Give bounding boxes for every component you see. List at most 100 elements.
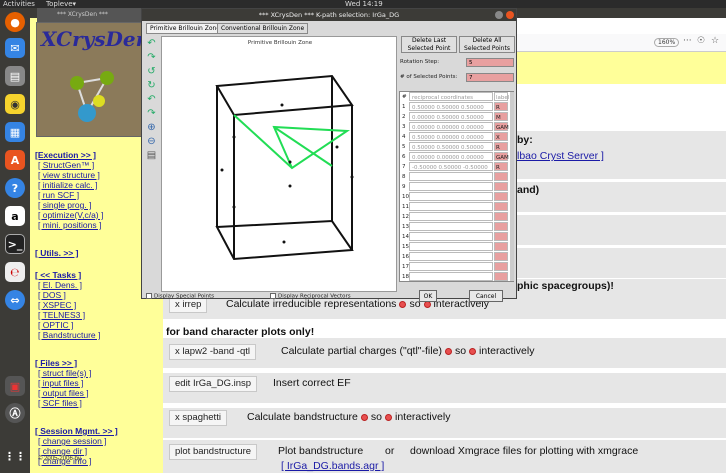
nav-files-item[interactable]: [ struct file(s) ] <box>38 368 91 378</box>
row-label[interactable] <box>494 272 508 281</box>
row-label[interactable] <box>494 182 508 191</box>
rotate-left-icon[interactable]: ↶ <box>146 38 157 49</box>
row-coordinates[interactable] <box>409 202 493 211</box>
row-coordinates[interactable]: 0.50000 0.50000 0.50000 <box>409 142 493 151</box>
row-coordinates[interactable]: 0.50000 0.00000 0.00000 <box>409 132 493 141</box>
nav-files-header[interactable]: [ Files >> ] <box>35 358 77 368</box>
nav-execution-header[interactable]: [Execution >> ] <box>35 150 96 160</box>
nav-tasks-item[interactable]: [ DOS ] <box>38 290 66 300</box>
rotate-right-icon[interactable]: ↷ <box>146 52 157 63</box>
nav-execution-item[interactable]: [ initialize calc. ] <box>38 180 98 190</box>
row-label[interactable]: R <box>494 102 508 111</box>
row-coordinates[interactable]: 0.00000 0.50000 0.50000 <box>409 112 493 121</box>
nav-files-item[interactable]: [ output files ] <box>38 388 89 398</box>
row-coordinates[interactable] <box>409 272 493 281</box>
zoom-indicator[interactable]: 160% <box>654 38 680 47</box>
tab-primitive-bz[interactable]: Primitive Brillouin Zone <box>146 23 225 34</box>
reciprocal-vectors-check-box[interactable] <box>270 293 276 299</box>
row-coordinates[interactable]: 0.00000 0.00000 0.00000 <box>409 122 493 131</box>
show-apps-icon[interactable]: ⋮⋮ <box>4 446 26 466</box>
nav-tasks-header[interactable]: [ << Tasks ] <box>35 270 81 280</box>
ok-button[interactable]: OK <box>419 290 437 302</box>
row-coordinates[interactable]: 0.00000 0.00000 0.00000 <box>409 152 493 161</box>
remote-icon[interactable]: ⇔ <box>5 290 25 310</box>
row-coordinates[interactable] <box>409 262 493 271</box>
x-lapw2-qtl-button[interactable]: x lapw2 -band -qtl <box>169 344 256 360</box>
files-icon[interactable]: ▤ <box>5 66 25 86</box>
close-icon[interactable] <box>506 11 514 19</box>
nav-tasks-item[interactable]: [ XSPEC ] <box>38 300 76 310</box>
row-coordinates[interactable] <box>409 212 493 221</box>
spag-interactive-radio[interactable] <box>385 413 392 421</box>
row-label[interactable] <box>494 202 508 211</box>
selected-points-count[interactable]: 7 <box>466 73 514 82</box>
delete-last-point-button[interactable]: Delete Last Selected Point <box>401 36 457 53</box>
agr-link[interactable]: [ IrGa_DG.bands.agr ] <box>281 460 384 472</box>
row-coordinates[interactable] <box>409 222 493 231</box>
row-coordinates[interactable] <box>409 232 493 241</box>
qtl-interactive-radio[interactable] <box>469 347 477 355</box>
edit-insp-button[interactable]: edit IrGa_DG.insp <box>169 376 258 392</box>
nav-files-item[interactable]: [ SCF files ] <box>38 398 82 408</box>
row-coordinates[interactable] <box>409 172 493 181</box>
row-label[interactable]: R <box>494 142 508 151</box>
activities-button[interactable]: Activities <box>3 0 35 8</box>
row-label[interactable] <box>494 242 508 251</box>
nav-tasks-item[interactable]: [ El. Dens. ] <box>38 280 82 290</box>
row-coordinates[interactable]: -0.50000 0.50000 -0.50000 <box>409 162 493 171</box>
zoom-out-icon[interactable]: ⊖ <box>146 136 157 147</box>
row-label[interactable] <box>494 222 508 231</box>
software-center-icon[interactable]: A <box>5 150 25 170</box>
xcrysden-main-window-title[interactable]: *** XCrysDen *** <box>37 8 143 22</box>
minimize-icon[interactable] <box>495 11 503 19</box>
row-label[interactable]: X <box>494 132 508 141</box>
special-points-check-box[interactable] <box>146 293 152 299</box>
row-label[interactable]: R <box>494 162 508 171</box>
bilbao-link[interactable]: lbao Cryst Server ] <box>517 150 604 162</box>
zoom-in-icon[interactable]: ⊕ <box>146 122 157 133</box>
row-label[interactable] <box>494 212 508 221</box>
terminal-icon[interactable]: >_ <box>5 234 25 254</box>
row-coordinates[interactable] <box>409 252 493 261</box>
nav-session-item[interactable]: [ change session ] <box>38 436 107 446</box>
nav-utils-header[interactable]: [ Utils. >> ] <box>35 248 78 258</box>
table-scrollbar[interactable] <box>510 92 514 281</box>
row-label[interactable]: M <box>494 112 508 121</box>
amazon-icon[interactable]: a <box>5 206 25 226</box>
row-label[interactable] <box>494 232 508 241</box>
row-label[interactable] <box>494 252 508 261</box>
print-icon[interactable]: ▤ <box>146 150 157 161</box>
nav-tasks-item[interactable]: [ TELNES3 ] <box>38 310 85 320</box>
tab-conventional-bz[interactable]: Conventional Brillouin Zone <box>217 23 309 34</box>
qtl-so-radio[interactable] <box>444 347 452 355</box>
row-coordinates[interactable] <box>409 192 493 201</box>
app-menu[interactable]: Topleve▾ <box>46 0 76 8</box>
rhythmbox-icon[interactable]: ◉ <box>5 94 25 114</box>
writer-icon[interactable]: ▦ <box>5 122 25 142</box>
nav-execution-item[interactable]: [ optimize(V,c/a) ] <box>38 210 103 220</box>
display-reciprocal-vectors-checkbox[interactable]: Display Reciprocal Vectors <box>270 293 351 300</box>
row-label[interactable] <box>494 262 508 271</box>
display-special-points-checkbox[interactable]: Display Special Points <box>146 293 214 300</box>
row-label[interactable] <box>494 172 508 181</box>
nav-files-item[interactable]: [ input files ] <box>38 378 83 388</box>
help-icon[interactable]: ? <box>5 178 25 198</box>
rotate-up-icon[interactable]: ↺ <box>146 66 157 77</box>
nav-session-item[interactable]: [ change dir ] <box>38 446 87 456</box>
nav-execution-item[interactable]: [ run SCF ] <box>38 190 79 200</box>
rotate-x-icon[interactable]: ↶ <box>146 94 157 105</box>
so-radio[interactable] <box>399 300 407 308</box>
xcrysden-dock-icon[interactable]: ▣ <box>5 376 25 396</box>
delete-all-points-button[interactable]: Delete All Selected Points <box>459 36 515 53</box>
cancel-button[interactable]: Cancel <box>469 290 503 302</box>
nav-session-header[interactable]: [ Session Mgmt. >> ] <box>35 426 118 436</box>
firefox-icon[interactable]: ● <box>5 12 25 32</box>
row-coordinates[interactable]: 0.50000 0.50000 0.50000 <box>409 102 493 111</box>
nav-execution-item[interactable]: [ mini. positions ] <box>38 220 101 230</box>
row-label[interactable]: GAM <box>494 122 509 131</box>
nav-execution-item[interactable]: [ single prog. ] <box>38 200 91 210</box>
shield-icon[interactable]: ☉ <box>697 36 705 46</box>
clock[interactable]: Wed 14:19 <box>345 0 383 8</box>
star-icon[interactable]: ☆ <box>711 36 719 46</box>
nav-tasks-item[interactable]: [ Bandstructure ] <box>38 330 100 340</box>
